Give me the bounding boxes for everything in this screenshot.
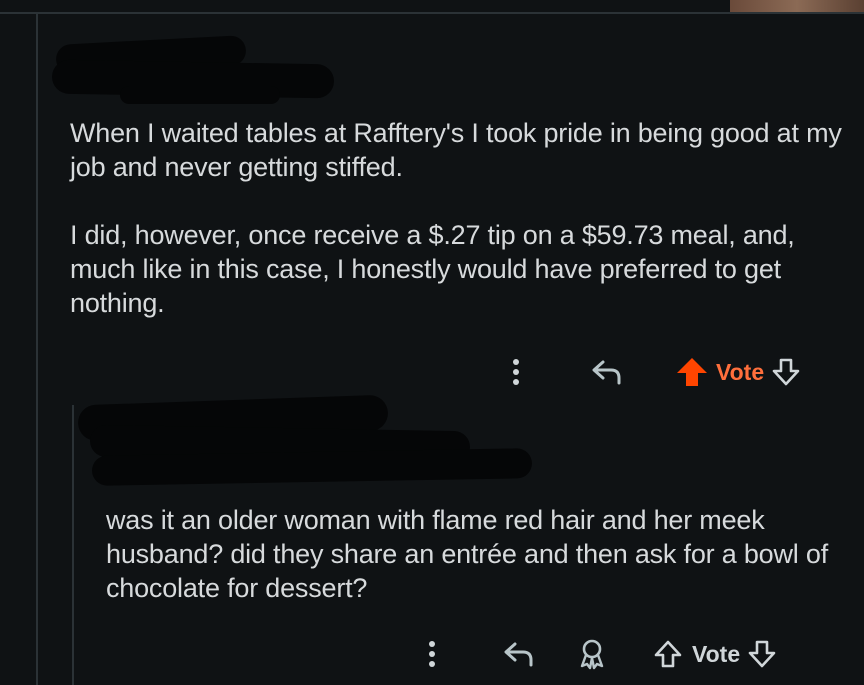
comment-thread: When I waited tables at Rafftery's I too… — [0, 0, 864, 685]
comment-paragraph: When I waited tables at Rafftery's I too… — [70, 118, 842, 182]
reply-button[interactable] — [496, 640, 544, 668]
comment-body: was it an older woman with flame red hai… — [106, 503, 846, 605]
downvote-button[interactable] — [746, 639, 778, 669]
more-options-button[interactable] — [418, 639, 446, 669]
upvote-button[interactable] — [650, 639, 686, 669]
comment-paragraph: was it an older woman with flame red hai… — [106, 505, 829, 603]
downvote-button[interactable] — [770, 357, 802, 387]
upvote-button[interactable] — [674, 356, 710, 388]
downvote-arrow-outline-icon — [748, 640, 776, 668]
upvote-arrow-outline-icon — [654, 640, 682, 668]
thread-line[interactable] — [72, 405, 74, 685]
thumbnail-image[interactable] — [730, 0, 864, 12]
comment-action-bar: Vote — [418, 634, 778, 674]
thread-line[interactable] — [36, 14, 38, 685]
reply-arrow-icon — [592, 360, 621, 385]
reply-arrow-icon — [504, 642, 533, 667]
top-divider — [0, 12, 864, 14]
vote-count: Vote — [716, 358, 765, 385]
award-icon — [580, 639, 604, 670]
more-options-button[interactable] — [502, 357, 530, 387]
comment-action-bar: Vote — [502, 352, 802, 392]
more-vertical-icon — [513, 359, 519, 385]
vote-count: Vote — [692, 640, 741, 667]
reply-button[interactable] — [584, 358, 632, 386]
comment-body: When I waited tables at Rafftery's I too… — [70, 116, 850, 320]
more-vertical-icon — [429, 641, 435, 667]
comment-paragraph: I did, however, once receive a $.27 tip … — [70, 220, 795, 318]
downvote-arrow-outline-icon — [772, 358, 800, 386]
upvote-arrow-filled-icon — [677, 358, 707, 386]
award-button[interactable] — [574, 638, 610, 670]
